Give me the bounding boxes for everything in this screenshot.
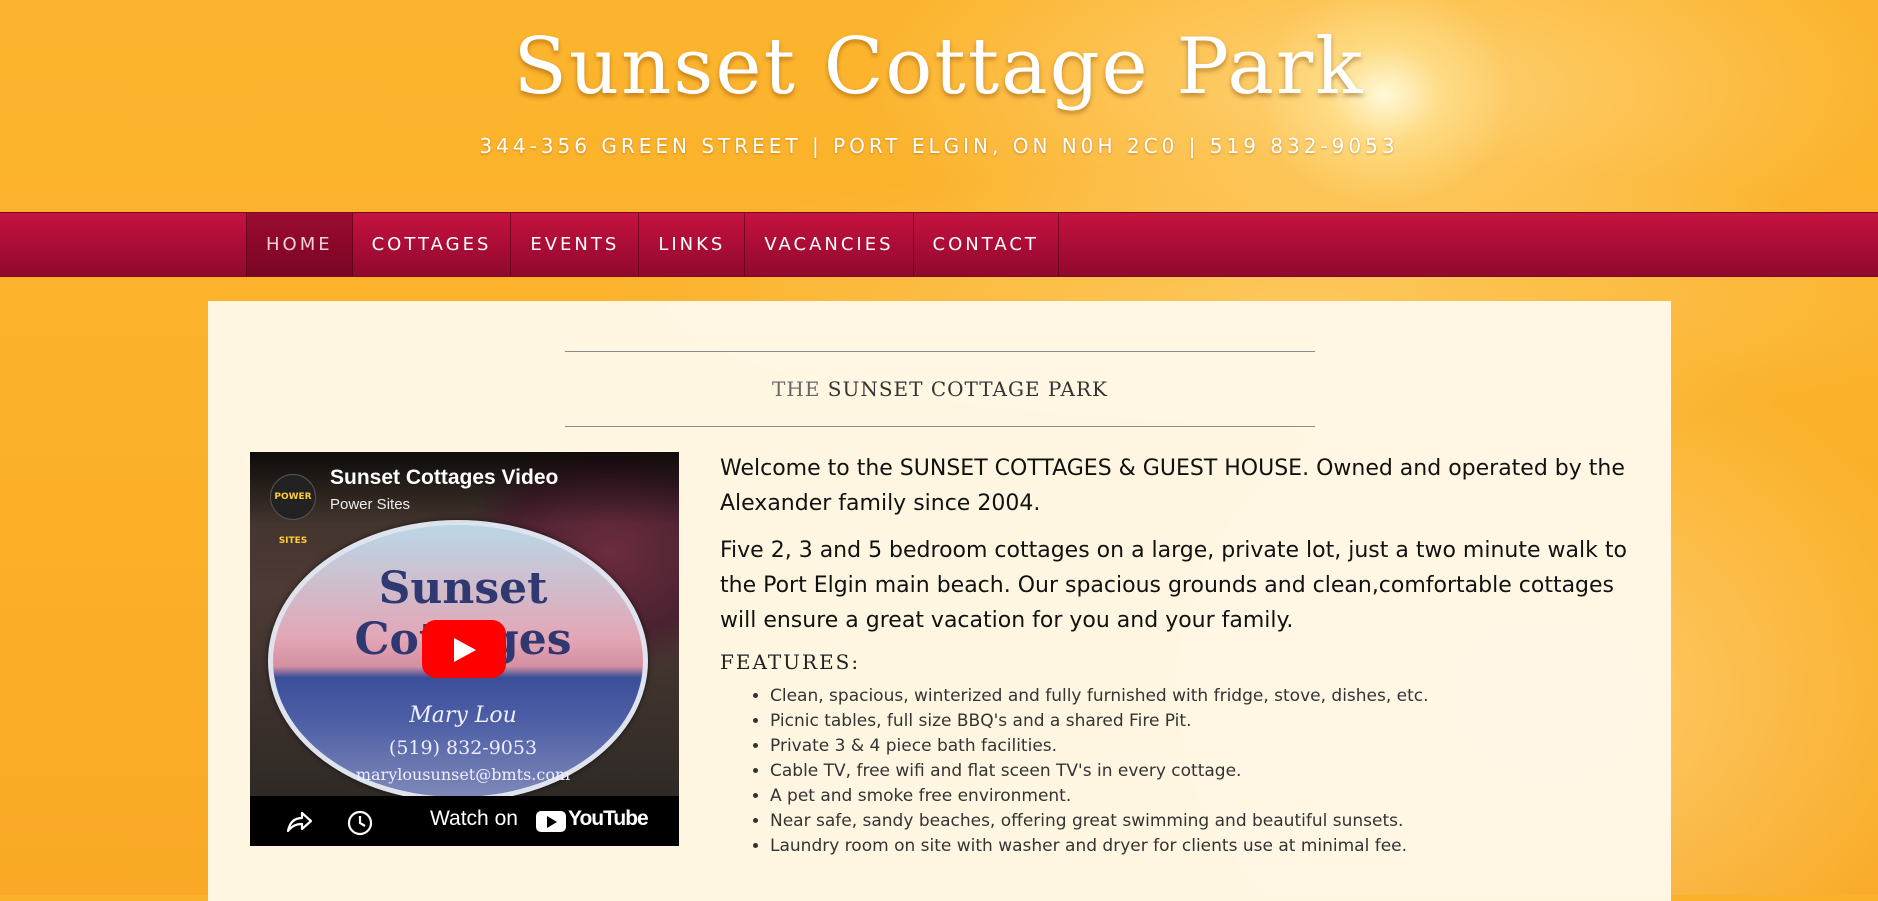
list-item: Picnic tables, full size BBQ's and a sha… [770,709,1640,734]
youtube-logo-icon[interactable] [536,811,566,832]
play-icon [454,638,476,662]
list-item: Near safe, sandy beaches, offering great… [770,809,1640,834]
watch-on-label[interactable]: Watch on [430,807,518,831]
nav-item-contact[interactable]: CONTACT [914,213,1059,276]
heading-main: SUNSET COTTAGE PARK [827,377,1108,401]
play-button[interactable] [422,620,506,678]
youtube-video-embed[interactable]: Sunset Cottages Mary Lou (519) 832-9053 … [250,452,679,846]
sign-email: marylousunset@bmts.com [355,765,571,784]
content-panel: THE SUNSET COTTAGE PARK Sunset Cottages … [208,301,1671,901]
list-item: Clean, spacious, winterized and fully fu… [770,684,1640,709]
share-icon[interactable] [284,809,314,835]
site-header: Sunset Cottage Park 344-356 GREEN STREET… [0,0,1878,212]
sign-phone: (519) 832-9053 [388,737,538,759]
site-subtitle: 344-356 GREEN STREET | PORT ELGIN, ON N0… [479,134,1399,158]
features-heading: FEATURES: [720,650,861,674]
nav-item-vacancies[interactable]: VACANCIES [745,213,914,276]
list-item: Laundry room on site with washer and dry… [770,834,1640,859]
list-item: Private 3 & 4 piece bath facilities. [770,734,1640,759]
sign-name: Mary Lou [409,703,517,728]
watch-later-icon[interactable] [346,809,374,837]
video-title[interactable]: Sunset Cottages Video [330,466,558,490]
divider [565,426,1315,427]
video-channel[interactable]: Power Sites [330,496,410,513]
video-thumbnail[interactable]: Sunset Cottages Mary Lou (519) 832-9053 … [250,452,679,802]
intro-text: Welcome to the SUNSET COTTAGES & GUEST H… [720,451,1640,859]
nav-item-home[interactable]: HOME [246,213,353,276]
intro-paragraph: Five 2, 3 and 5 bedroom cottages on a la… [720,538,1627,633]
nav-item-events[interactable]: EVENTS [511,213,640,276]
site-title[interactable]: Sunset Cottage Park [0,22,1878,112]
features-list: Clean, spacious, winterized and fully fu… [720,684,1640,859]
youtube-logo-text[interactable]: YouTube [568,807,649,831]
list-item: Cable TV, free wifi and flat sceen TV's … [770,759,1640,784]
heading-prefix: THE [772,377,821,401]
intro-paragraph: Welcome to the SUNSET COTTAGES & GUEST H… [720,456,1625,516]
nav-item-links[interactable]: LINKS [639,213,746,276]
main-nav: HOME COTTAGES EVENTS LINKS VACANCIES CON… [0,212,1878,277]
page-heading: THE SUNSET COTTAGE PARK [565,352,1315,426]
page-heading-block: THE SUNSET COTTAGE PARK [565,351,1315,427]
channel-avatar[interactable]: POWER SITES [270,474,316,546]
nav-item-cottages[interactable]: COTTAGES [353,213,512,276]
list-item: A pet and smoke free environment. [770,784,1640,809]
video-controls-bar: Watch on YouTube [250,796,679,846]
